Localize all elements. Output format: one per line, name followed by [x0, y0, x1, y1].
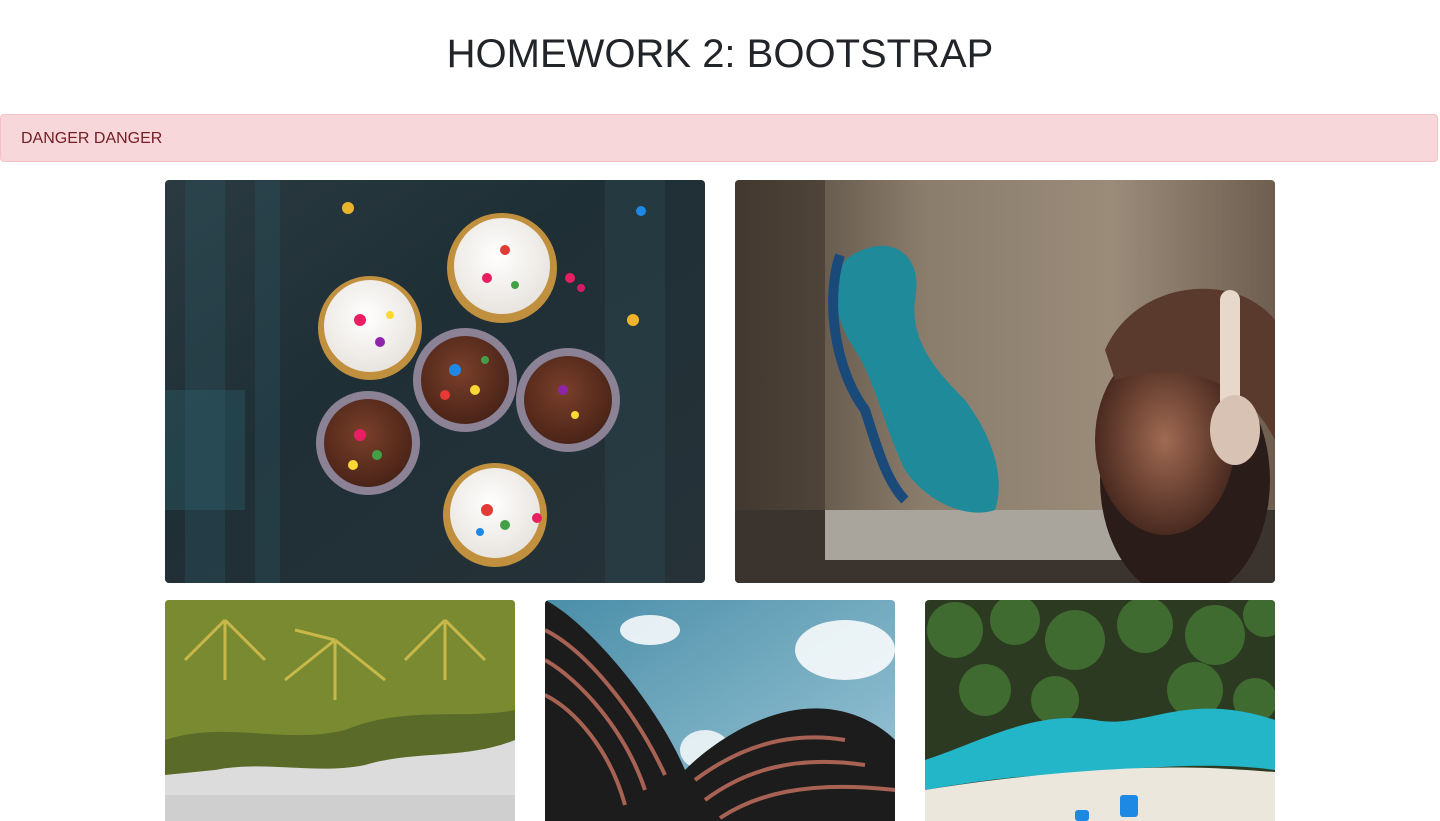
graffiti-photo	[735, 180, 1275, 583]
danger-alert: DANGER DANGER	[0, 114, 1438, 162]
building-photo	[545, 600, 895, 821]
cupcakes-photo	[165, 180, 705, 583]
page-title: HOMEWORK 2: BOOTSTRAP	[446, 32, 994, 76]
palm-trees-photo	[165, 600, 515, 821]
beach-photo	[925, 600, 1275, 821]
